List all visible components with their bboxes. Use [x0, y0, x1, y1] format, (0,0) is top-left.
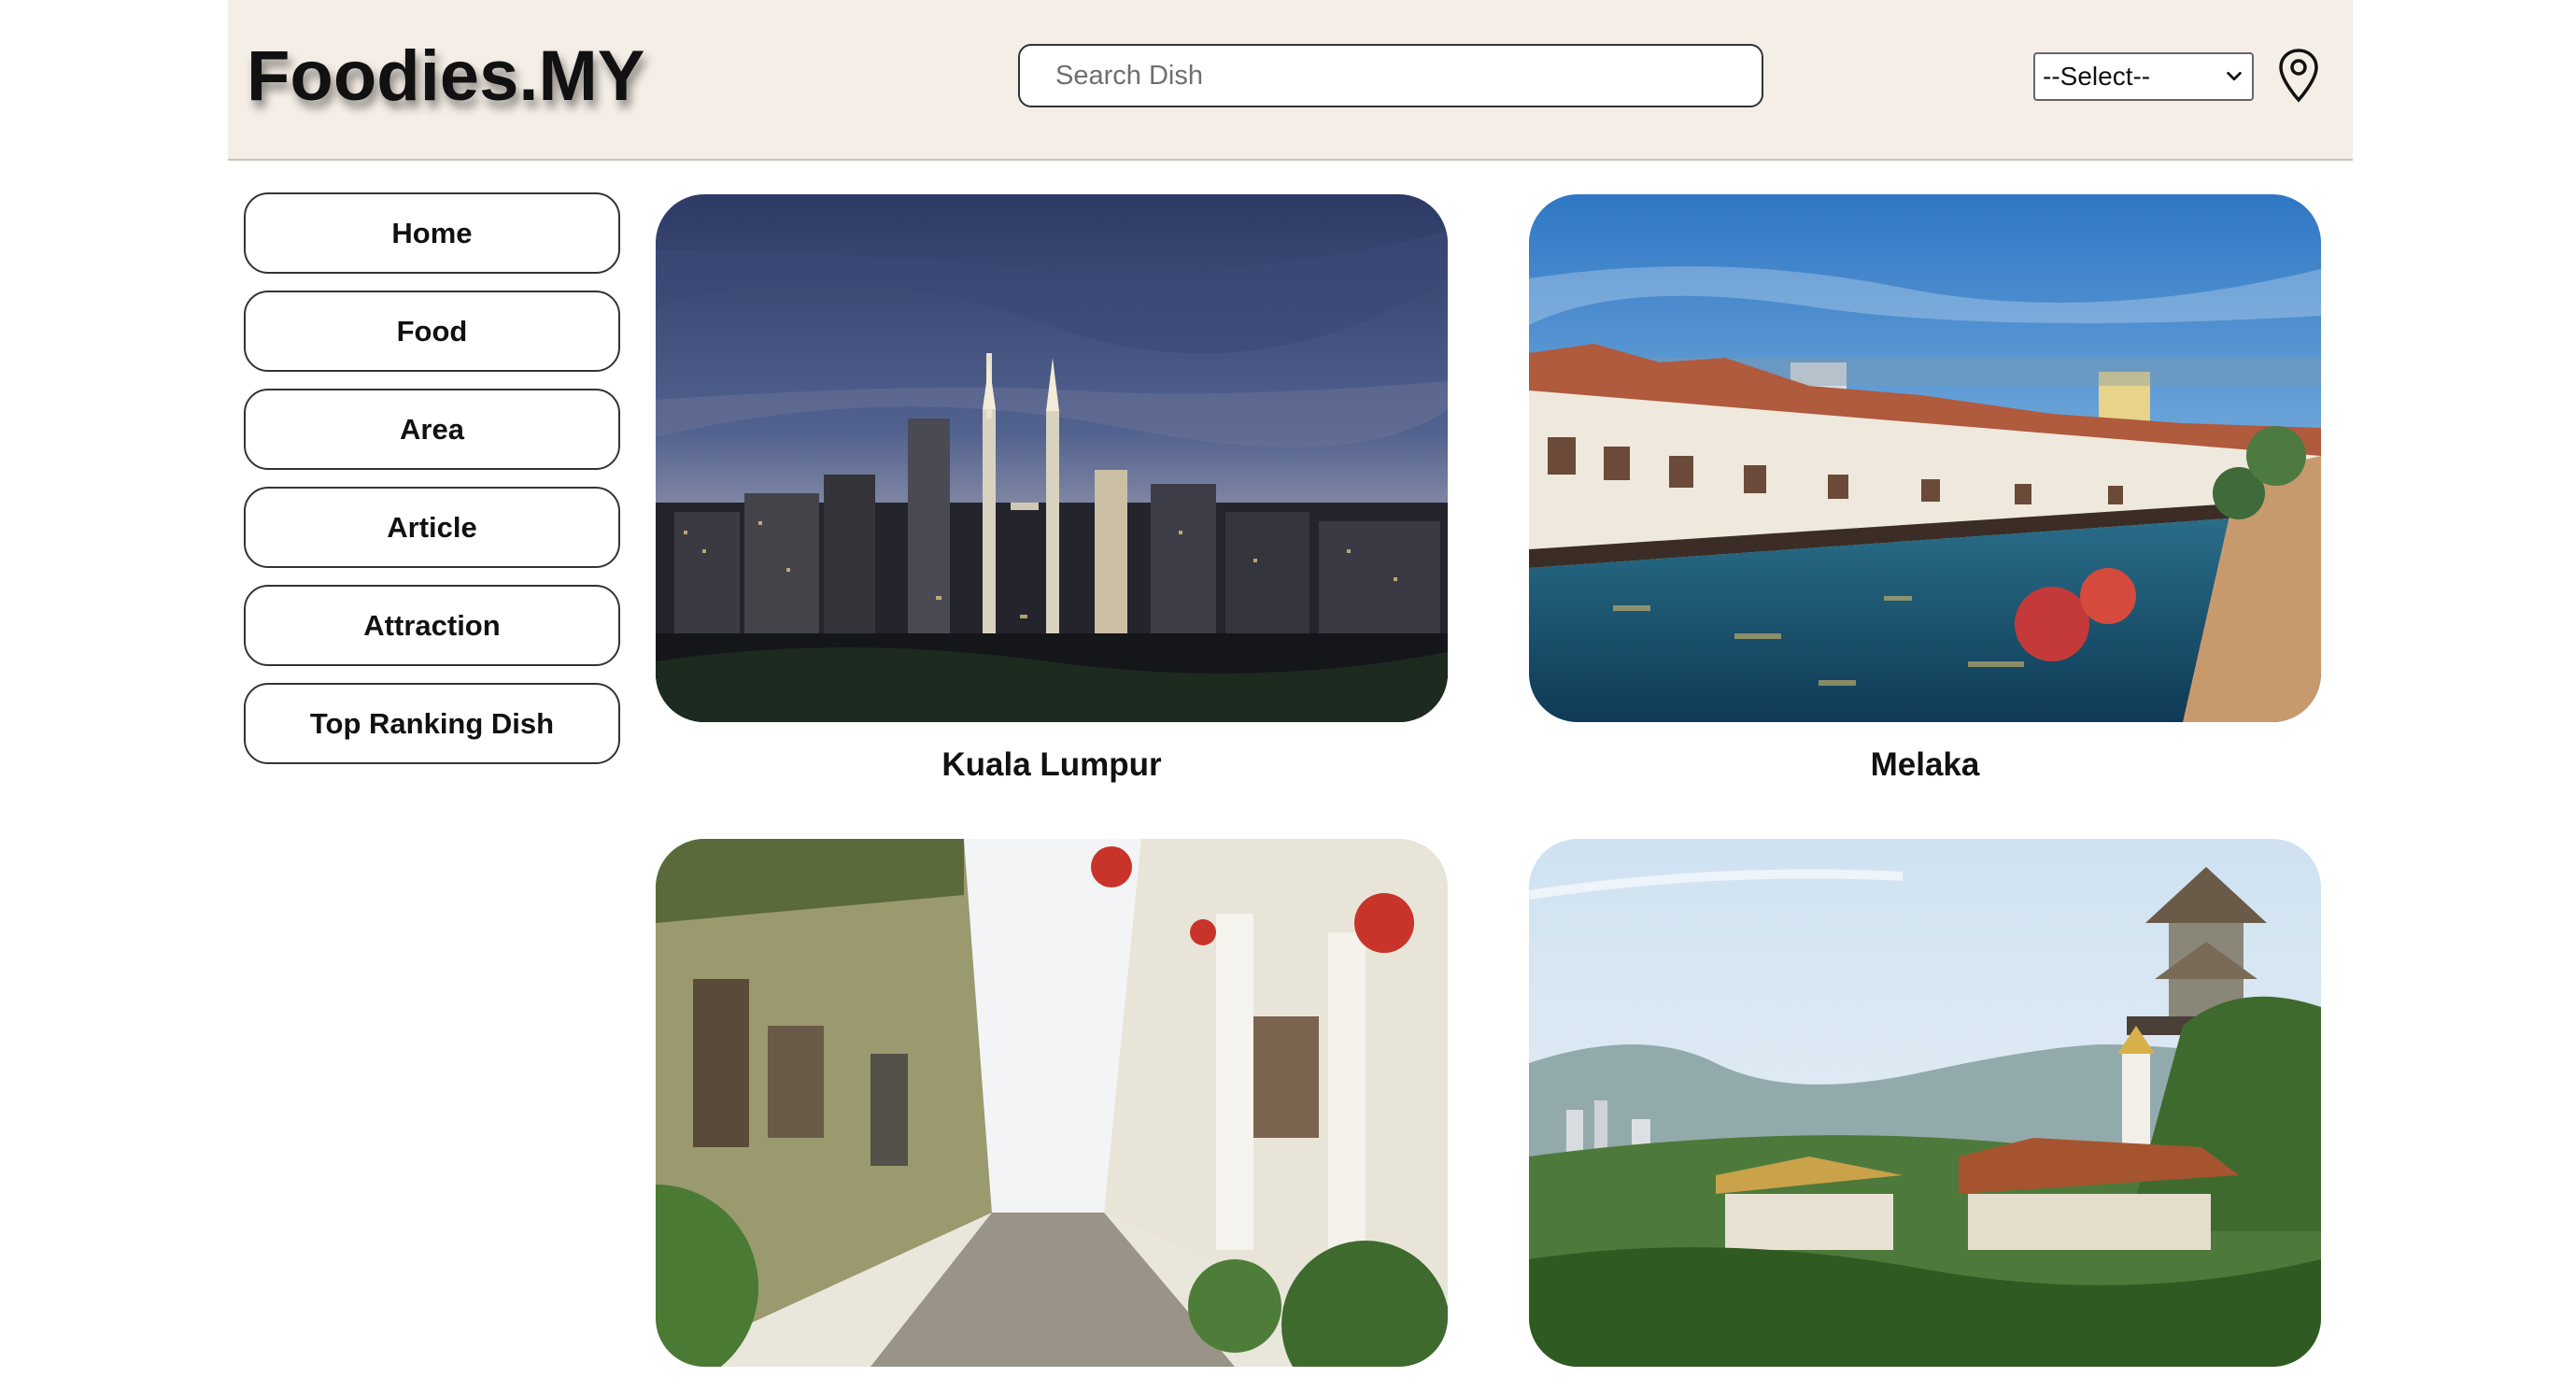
- site-logo[interactable]: Foodies.MY: [247, 35, 644, 117]
- area-name: Kuala Lumpur: [941, 746, 1162, 783]
- temple-photo[interactable]: [1529, 839, 2321, 1367]
- melaka-photo[interactable]: [1529, 194, 2321, 722]
- area-name: Melaka: [1870, 746, 1980, 783]
- sidebar-item-area[interactable]: Area: [244, 389, 620, 470]
- page: Foodies.MY --Select-- Home Food Area Art…: [228, 0, 2353, 1367]
- location-pin-icon[interactable]: [2277, 48, 2320, 104]
- select-value: --Select--: [2043, 62, 2151, 91]
- sidebar-item-attraction[interactable]: Attraction: [244, 585, 620, 666]
- sidebar-item-home[interactable]: Home: [244, 192, 620, 274]
- area-card-kuala-lumpur[interactable]: Kuala Lumpur: [656, 194, 1448, 784]
- hill-temple-image: [1529, 839, 2321, 1367]
- area-card-melaka[interactable]: Melaka: [1529, 194, 2321, 784]
- area-card-3[interactable]: [656, 839, 1448, 1391]
- search-input[interactable]: [1018, 44, 1763, 107]
- sidebar-item-food[interactable]: Food: [244, 291, 620, 372]
- area-card-4[interactable]: [1529, 839, 2321, 1391]
- chevron-down-icon: [2227, 71, 2242, 81]
- street-photo[interactable]: [656, 839, 1448, 1367]
- sidebar-item-top-ranking-dish[interactable]: Top Ranking Dish: [244, 683, 620, 764]
- melaka-river-image: [1529, 194, 2321, 722]
- header: Foodies.MY --Select--: [228, 0, 2353, 161]
- location-select[interactable]: --Select--: [2033, 52, 2254, 101]
- kuala-lumpur-skyline-image: [656, 194, 1448, 722]
- sidebar-item-article[interactable]: Article: [244, 487, 620, 568]
- sidebar-nav: Home Food Area Article Attraction Top Ra…: [244, 192, 620, 781]
- kuala-lumpur-photo[interactable]: [656, 194, 1448, 722]
- heritage-street-image: [656, 839, 1448, 1367]
